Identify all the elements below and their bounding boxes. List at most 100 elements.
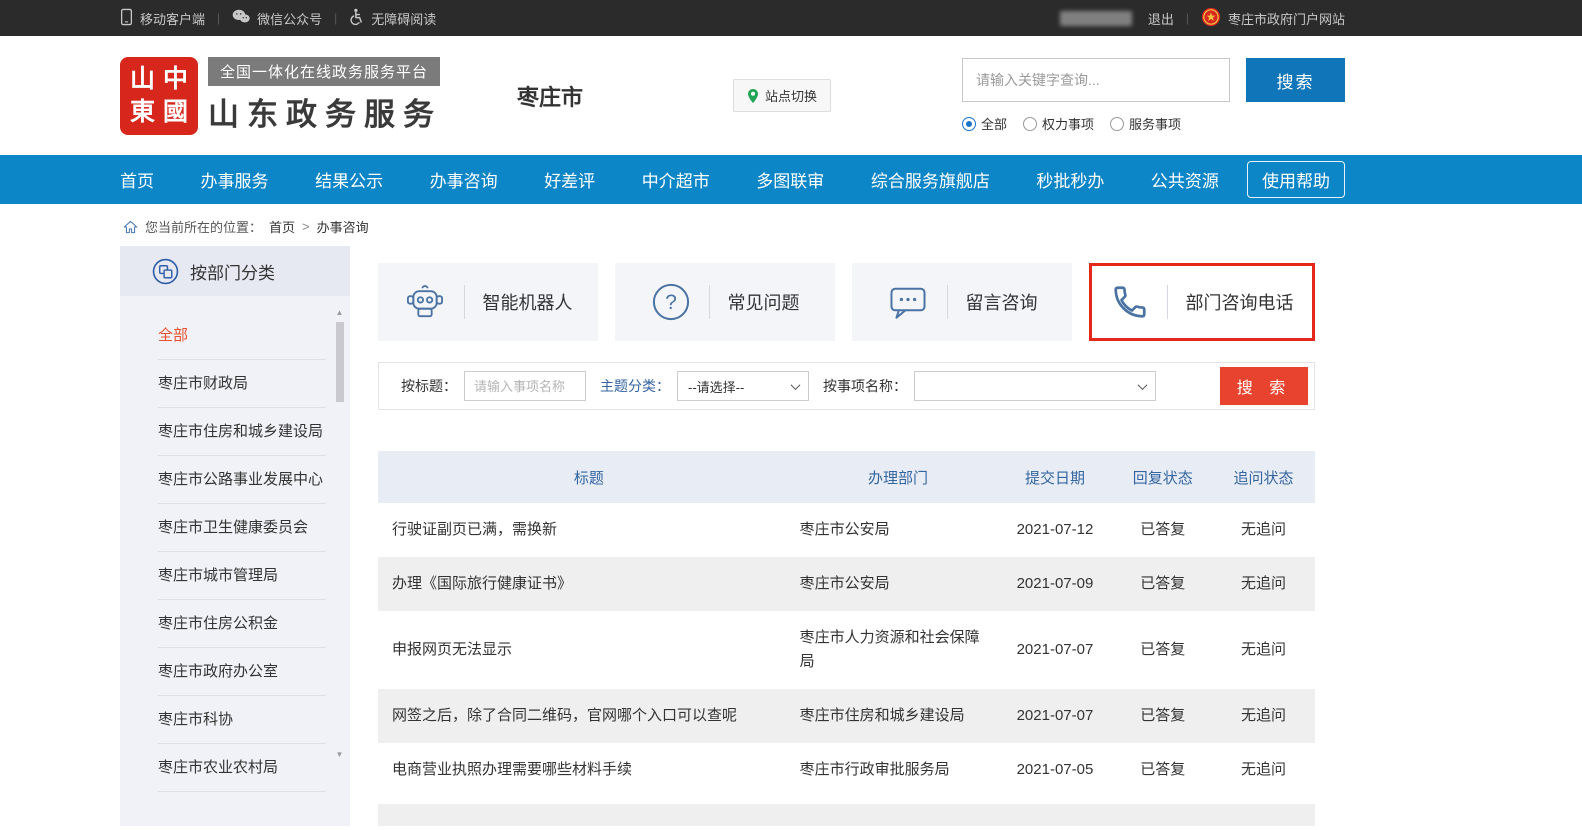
chevron-down-icon — [791, 380, 801, 390]
column-header-2: 办理部门 — [800, 451, 997, 503]
tab-divider — [1167, 285, 1168, 319]
portal-link[interactable]: 枣庄市政府门户网站 — [1201, 7, 1345, 30]
nav-item-7[interactable]: 多图联审 — [756, 167, 824, 192]
accessibility-link[interactable]: 无障碍阅读 — [349, 8, 436, 29]
wechat-link[interactable]: 微信公众号 — [232, 9, 322, 28]
tab-smart-robot[interactable]: 智能机器人 — [378, 263, 598, 341]
logout-link[interactable]: 退出 — [1148, 9, 1174, 28]
sidebar-header-by-department[interactable]: 按部门分类 — [120, 246, 350, 296]
category-select[interactable]: --请选择-- — [677, 371, 809, 401]
topbar-right: 退出 | 枣庄市政府门户网站 — [1060, 7, 1345, 30]
sidebar-item-2[interactable]: 枣庄市财政局 — [158, 360, 326, 408]
row-title[interactable]: 申报网页无法显示 — [378, 611, 800, 689]
topbar-divider: | — [217, 11, 220, 25]
filter-title-input[interactable] — [464, 371, 586, 401]
consultation-table: 标题办理部门提交日期回复状态追问状态 行驶证副页已满，需换新枣庄市公安局2021… — [378, 451, 1315, 797]
sidebar-item-6[interactable]: 枣庄市城市管理局 — [158, 552, 326, 600]
table-row: 办理《国际旅行健康证书》枣庄市公安局2021-07-09已答复无追问 — [378, 557, 1315, 611]
category-select-value: --请选择-- — [688, 377, 744, 396]
row-title[interactable]: 行驶证副页已满，需换新 — [378, 503, 800, 557]
mobile-phone-icon — [120, 8, 133, 29]
search-scope-radio-1[interactable]: 全部 — [962, 114, 1007, 133]
search-scope-radio-3[interactable]: 服务事项 — [1110, 114, 1181, 133]
nav-item-help[interactable]: 使用帮助 — [1247, 161, 1345, 198]
row-title[interactable]: 网签之后，除了合同二维码，官网哪个入口可以查呢 — [378, 689, 800, 743]
scroll-thumb[interactable] — [336, 322, 344, 402]
site-name: 山东政务服务 — [208, 89, 442, 134]
sidebar-item-5[interactable]: 枣庄市卫生健康委员会 — [158, 504, 326, 552]
topbar: 移动客户端 | 微信公众号 | 无障碍阅读 退出 | — [0, 0, 1582, 36]
sidebar-item-9[interactable]: 枣庄市科协 — [158, 696, 326, 744]
seal-char: 國 — [159, 96, 192, 129]
radio-circle-icon — [962, 117, 976, 131]
nav-item-8[interactable]: 综合服务旗舰店 — [871, 167, 990, 192]
row-department: 枣庄市人力资源和社会保障局 — [800, 611, 997, 689]
radio-label: 服务事项 — [1129, 114, 1181, 133]
row-department: 枣庄市公安局 — [800, 557, 997, 611]
sidebar-title: 按部门分类 — [190, 259, 275, 284]
nav-item-9[interactable]: 秒批秒办 — [1036, 167, 1104, 192]
sidebar-item-1[interactable]: 全部 — [158, 312, 326, 360]
tab-message-consult[interactable]: 留言咨询 — [852, 263, 1072, 341]
sidebar-item-8[interactable]: 枣庄市政府办公室 — [158, 648, 326, 696]
username-redacted — [1060, 11, 1132, 26]
row-followup-status: 无追问 — [1212, 557, 1315, 611]
nav-item-1[interactable]: 首页 — [120, 167, 154, 192]
radio-circle-icon — [1110, 117, 1124, 131]
breadcrumb-prefix: 您当前所在的位置： — [145, 217, 262, 236]
search-scope-radio-2[interactable]: 权力事项 — [1023, 114, 1094, 133]
sidebar-item-10[interactable]: 枣庄市农业农村局 — [158, 744, 326, 792]
shandong-seal-logo: 山 中 東 國 — [120, 57, 198, 135]
main-panel: 智能机器人 ? 常见问题 — [378, 246, 1345, 826]
svg-text:?: ? — [665, 291, 677, 314]
row-date: 2021-07-12 — [996, 503, 1113, 557]
breadcrumb-home-link[interactable]: 首页 — [269, 217, 295, 236]
site-switch-button[interactable]: 站点切换 — [733, 79, 831, 112]
mobile-app-link[interactable]: 移动客户端 — [120, 8, 205, 29]
tab-faq[interactable]: ? 常见问题 — [615, 263, 835, 341]
robot-icon — [404, 282, 446, 322]
scroll-down-icon[interactable]: ▼ — [336, 750, 344, 760]
seal-char: 東 — [126, 96, 159, 129]
sidebar-item-4[interactable]: 枣庄市公路事业发展中心 — [158, 456, 326, 504]
site-logo[interactable]: 山 中 東 國 全国一体化在线政务服务平台 山东政务服务 — [120, 57, 442, 135]
chevron-down-icon — [1138, 380, 1148, 390]
row-reply-status: 已答复 — [1114, 503, 1212, 557]
department-list: 全部枣庄市财政局枣庄市住房和城乡建设局枣庄市公路事业发展中心枣庄市卫生健康委员会… — [158, 312, 326, 792]
row-date: 2021-07-09 — [996, 557, 1113, 611]
filter-search-button[interactable]: 搜 索 — [1220, 367, 1308, 405]
breadcrumb: 您当前所在的位置： 首页 > 办事咨询 — [120, 204, 1345, 246]
message-icon — [887, 283, 929, 321]
tab-divider — [709, 285, 710, 319]
nav-item-5[interactable]: 好差评 — [544, 167, 595, 192]
nav-item-10[interactable]: 公共资源 — [1151, 167, 1219, 192]
sidebar-item-3[interactable]: 枣庄市住房和城乡建设局 — [158, 408, 326, 456]
nav-item-6[interactable]: 中介超市 — [642, 167, 710, 192]
nav-item-4[interactable]: 办事咨询 — [430, 167, 498, 192]
column-header-3: 提交日期 — [996, 451, 1113, 503]
platform-banner: 全国一体化在线政务服务平台 — [208, 57, 440, 86]
scroll-up-icon[interactable]: ▲ — [336, 308, 344, 318]
column-header-1: 标题 — [378, 451, 800, 503]
breadcrumb-current[interactable]: 办事咨询 — [317, 217, 369, 236]
row-title[interactable]: 办理《国际旅行健康证书》 — [378, 557, 800, 611]
wechat-label: 微信公众号 — [257, 9, 322, 28]
table-row: 电商营业执照办理需要哪些材料手续枣庄市行政审批服务局2021-07-05已答复无… — [378, 743, 1315, 797]
row-title[interactable]: 电商营业执照办理需要哪些材料手续 — [378, 743, 800, 797]
tab-department-phone[interactable]: 部门咨询电话 — [1089, 263, 1315, 341]
sidebar-scrollbar[interactable]: ▲ ▼ — [334, 308, 345, 760]
nav-item-3[interactable]: 结果公示 — [315, 167, 383, 192]
radio-circle-icon — [1023, 117, 1037, 131]
item-name-select[interactable] — [914, 371, 1156, 401]
accessibility-label: 无障碍阅读 — [371, 9, 436, 28]
topbar-left: 移动客户端 | 微信公众号 | 无障碍阅读 — [120, 8, 436, 29]
content: 按部门分类 全部枣庄市财政局枣庄市住房和城乡建设局枣庄市公路事业发展中心枣庄市卫… — [120, 246, 1345, 826]
filter-title-label: 按标题： — [401, 376, 457, 396]
keyword-search-input[interactable] — [962, 58, 1230, 102]
header-search-button[interactable]: 搜索 — [1246, 58, 1345, 102]
sidebar-item-7[interactable]: 枣庄市住房公积金 — [158, 600, 326, 648]
nav-item-2[interactable]: 办事服务 — [201, 167, 269, 192]
channel-tabs: 智能机器人 ? 常见问题 — [378, 263, 1315, 341]
tab-divider — [464, 285, 465, 319]
wechat-icon — [232, 9, 250, 28]
